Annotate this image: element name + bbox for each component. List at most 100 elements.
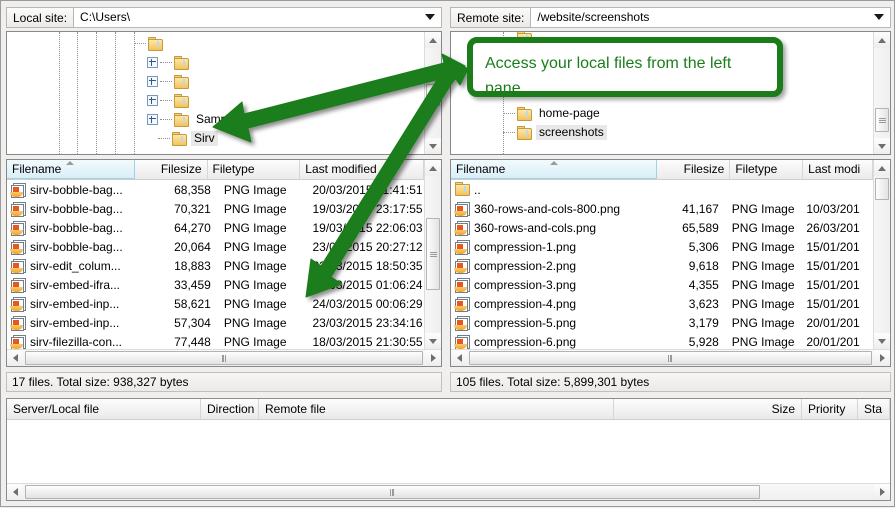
sort-ascending-icon [66, 161, 75, 165]
remote-site-combo[interactable]: /website/screenshots [530, 6, 891, 28]
column-header-filetype[interactable]: Filetype [730, 160, 804, 179]
tree-item[interactable] [147, 91, 199, 110]
local-tree-vscrollbar[interactable] [424, 32, 441, 154]
chevron-down-icon[interactable] [425, 14, 435, 20]
scroll-thumb[interactable] [25, 485, 760, 499]
table-row[interactable]: 360-rows-and-cols.png 65,589 PNG Image 2… [451, 218, 873, 237]
chevron-down-icon[interactable] [874, 14, 884, 20]
tree-item[interactable] [147, 72, 199, 91]
column-header-filename[interactable]: Filename [451, 160, 658, 179]
scroll-down-icon[interactable] [425, 333, 441, 349]
tree-item-sirv[interactable]: Sirv [147, 129, 218, 148]
local-site-combo[interactable]: C:\Users\ [73, 6, 442, 28]
tree-item-home-page[interactable]: home-page [503, 104, 603, 123]
scroll-thumb[interactable] [875, 108, 889, 132]
remote-list-rows[interactable]: .. 360-rows-and-cols-800.png 41,167 PNG … [451, 180, 873, 349]
remote-list-vscrollbar[interactable] [873, 160, 890, 349]
tree-dash [160, 100, 172, 101]
table-row[interactable]: compression-4.png 3,623 PNG Image 15/01/… [451, 294, 873, 313]
table-row[interactable]: sirv-embed-inp... 57,304 PNG Image 23/03… [7, 313, 424, 332]
table-row[interactable]: sirv-embed-ifra... 33,459 PNG Image 24/0… [7, 275, 424, 294]
column-header-filesize[interactable]: Filesize [657, 160, 731, 179]
table-row[interactable]: compression-1.png 5,306 PNG Image 15/01/… [451, 237, 873, 256]
remote-list-hscrollbar[interactable] [451, 349, 890, 366]
column-header-filesize[interactable]: Filesize [135, 160, 208, 179]
tree-item[interactable] [147, 53, 199, 72]
scroll-right-icon[interactable] [425, 350, 441, 366]
table-row[interactable]: sirv-bobble-bag... 64,270 PNG Image 19/0… [7, 218, 424, 237]
table-row[interactable]: .. [451, 180, 873, 199]
scroll-up-icon[interactable] [425, 32, 441, 48]
queue-column-serverlocalfile[interactable]: Server/Local file [7, 399, 201, 419]
table-row[interactable]: compression-3.png 4,355 PNG Image 15/01/… [451, 275, 873, 294]
queue-column-remotefile[interactable]: Remote file [259, 399, 614, 419]
table-row[interactable]: compression-5.png 3,179 PNG Image 20/01/… [451, 313, 873, 332]
scroll-thumb[interactable] [875, 178, 889, 200]
folder-icon [454, 182, 470, 197]
remote-tree-vscrollbar[interactable] [873, 32, 890, 154]
scroll-thumb[interactable] [25, 351, 423, 365]
scroll-left-icon[interactable] [451, 350, 467, 366]
table-row[interactable]: compression-6.png 5,928 PNG Image 20/01/… [451, 332, 873, 349]
table-row[interactable]: 360-rows-and-cols-800.png 41,167 PNG Ima… [451, 199, 873, 218]
queue-rows[interactable] [7, 420, 890, 483]
cell-filetype: PNG Image [223, 315, 287, 330]
scroll-up-icon[interactable] [874, 32, 890, 48]
remote-list-header: Filename Filesize Filetype Last modi [451, 160, 873, 180]
table-row[interactable]: sirv-bobble-bag... 70,321 PNG Image 19/0… [7, 199, 424, 218]
tree-item-screenshots[interactable]: screenshots [503, 123, 607, 142]
scroll-thumb[interactable] [426, 84, 440, 106]
scroll-thumb[interactable] [469, 351, 872, 365]
scroll-up-icon[interactable] [425, 160, 441, 176]
scroll-right-icon[interactable] [874, 350, 890, 366]
scroll-left-icon[interactable] [7, 484, 23, 500]
remote-directory-tree[interactable]: home-page screenshots [450, 31, 891, 155]
column-header-filename[interactable]: Filename [7, 160, 135, 179]
expand-icon[interactable] [147, 76, 158, 87]
queue-hscrollbar[interactable] [7, 483, 890, 500]
column-header-lastmodified[interactable]: Last modi [803, 160, 873, 179]
local-directory-tree[interactable]: Samples Sirv [6, 31, 442, 155]
cell-lastmodified: 26/03/201 [806, 220, 860, 235]
table-row[interactable]: sirv-embed-inp... 58,621 PNG Image 24/03… [7, 294, 424, 313]
scroll-down-icon[interactable] [874, 138, 890, 154]
table-row[interactable]: sirv-bobble-bag... 68,358 PNG Image 20/0… [7, 180, 424, 199]
scroll-right-icon[interactable] [874, 484, 890, 500]
table-row[interactable]: sirv-edit_colum... 18,883 PNG Image 22/0… [7, 256, 424, 275]
local-list-vscrollbar[interactable] [424, 160, 441, 349]
queue-column-status[interactable]: Sta [858, 399, 890, 419]
scroll-down-icon[interactable] [874, 333, 890, 349]
column-header-filetype[interactable]: Filetype [208, 160, 301, 179]
expand-icon[interactable] [147, 57, 158, 68]
table-row[interactable]: sirv-filezilla-con... 77,448 PNG Image 1… [7, 332, 424, 349]
scroll-up-icon[interactable] [874, 160, 890, 176]
transfer-queue[interactable]: Server/Local file Direction Remote file … [6, 398, 891, 501]
folder-icon [173, 56, 189, 70]
cell-filetype: PNG Image [731, 277, 795, 292]
queue-column-direction[interactable]: Direction [201, 399, 259, 419]
tree-item[interactable] [134, 34, 173, 53]
tree-item-root[interactable] [503, 32, 536, 47]
tree-item-label: screenshots [536, 125, 607, 140]
local-list-rows[interactable]: sirv-bobble-bag... 68,358 PNG Image 20/0… [7, 180, 424, 349]
local-file-list[interactable]: Filename Filesize Filetype Last modified… [6, 159, 442, 367]
column-header-lastmodified[interactable]: Last modified [300, 160, 424, 179]
expand-icon[interactable] [147, 95, 158, 106]
queue-column-size[interactable]: Size [614, 399, 802, 419]
cell-filesize: 64,270 [174, 220, 211, 235]
tree-dash [160, 81, 172, 82]
expand-icon[interactable] [147, 114, 158, 125]
remote-file-list[interactable]: Filename Filesize Filetype Last modi .. [450, 159, 891, 367]
scroll-thumb[interactable] [426, 218, 440, 290]
table-row[interactable]: compression-2.png 9,618 PNG Image 15/01/… [451, 256, 873, 275]
tree-item-label: Sirv [191, 131, 218, 146]
scroll-left-icon[interactable] [7, 350, 23, 366]
scroll-down-icon[interactable] [425, 138, 441, 154]
local-list-hscrollbar[interactable] [7, 349, 441, 366]
column-header-label: Filename [12, 162, 62, 176]
table-row[interactable]: sirv-bobble-bag... 20,064 PNG Image 23/0… [7, 237, 424, 256]
cell-filename: sirv-edit_colum... [30, 258, 121, 273]
queue-column-priority[interactable]: Priority [802, 399, 858, 419]
cell-lastmodified: 24/03/2015 00:06:29 [312, 296, 423, 311]
tree-item-samples[interactable]: Samples [147, 110, 246, 129]
